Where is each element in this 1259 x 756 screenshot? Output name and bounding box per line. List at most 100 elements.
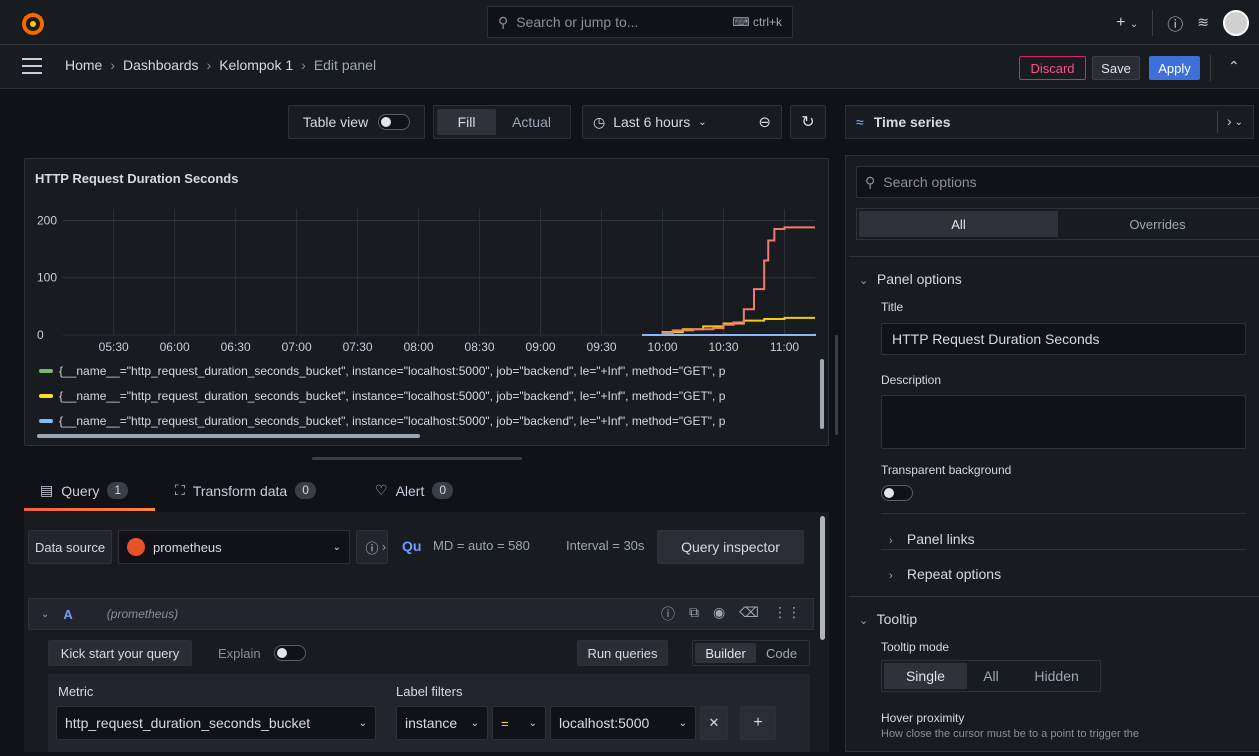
chevron-down-icon: ⌄ [1234,116,1243,128]
avatar[interactable] [1223,9,1249,36]
zoom-out-icon[interactable]: ⊖ [758,113,771,131]
panel-resize-handle[interactable] [312,457,522,460]
label-value-select[interactable]: localhost:5000 ⌄ [550,706,696,740]
transparent-switch[interactable] [881,485,913,501]
breadcrumb: Home › Dashboards › Kelompok 1 › Edit panel [65,57,377,73]
breadcrumb-dashboards[interactable]: Dashboards [123,57,199,73]
apply-button[interactable]: Apply [1149,56,1200,80]
tooltip-mode-single[interactable]: Single [884,663,967,689]
refresh-button[interactable]: ↻ [790,105,826,139]
tab-overrides[interactable]: Overrides [1058,211,1257,237]
table-view-toggle[interactable]: Table view [288,105,425,139]
tab-query[interactable]: ▤ Query 1 [40,482,129,499]
search-icon: ⚲ [498,13,509,30]
visualization-name: Time series [873,114,951,130]
legend-swatch [39,369,53,373]
time-range-label: Last 6 hours [613,114,691,130]
series-line [652,226,815,336]
breadcrumb-home[interactable]: Home [65,57,102,73]
code-option[interactable]: Code [756,643,807,663]
fill-actual-group: Fill Actual [433,105,571,139]
legend-swatch [39,419,53,423]
tab-count: 1 [107,482,129,499]
builder-option[interactable]: Builder [695,643,757,663]
kick-start-button[interactable]: Kick start your query [48,640,192,666]
search-input[interactable]: ⚲ Search or jump to... ⌨ ctrl+k [487,6,793,38]
grafana-logo-icon[interactable] [20,10,46,36]
vertical-splitter[interactable] [835,335,838,435]
label-key-select[interactable]: instance ⌄ [396,706,488,740]
breadcrumb-current: Edit panel [313,57,377,73]
explain-switch[interactable] [274,645,306,661]
drag-handle-icon[interactable]: ⋮⋮ [773,604,801,624]
run-queries-button[interactable]: Run queries [577,640,668,666]
chevron-right-icon[interactable]: › [382,540,386,554]
repeat-options-header[interactable]: › Repeat options [889,566,1001,582]
menu-icon[interactable] [22,58,42,79]
query-scrollbar[interactable] [820,516,825,640]
visualization-picker[interactable]: ≈ Time series ⌄ [845,105,1254,139]
tab-alert[interactable]: ♡ Alert 0 [375,482,454,499]
save-button[interactable]: Save [1092,56,1140,80]
label-operator-select[interactable]: = ⌄ [492,706,546,740]
eye-icon[interactable]: ◉ [713,604,725,624]
panel-links-header[interactable]: › Panel links [889,531,975,547]
chevron-down-icon: ⌄ [528,717,537,729]
active-tab-indicator [24,508,155,511]
chevron-up-icon[interactable]: ⌃ [1228,58,1240,75]
chevron-right-icon: › [889,535,893,547]
chevron-down-icon: ⌄ [698,116,707,128]
duplicate-icon[interactable]: ⧉ [689,604,699,624]
metric-value: http_request_duration_seconds_bucket [65,715,311,731]
legend-item[interactable]: {__name__="http_request_duration_seconds… [39,414,819,428]
new-button[interactable]: + ⌄ [1116,14,1138,32]
legend-horizontal-scrollbar[interactable] [37,434,420,438]
metric-select[interactable]: http_request_duration_seconds_bucket ⌄ [56,706,376,740]
query-row-header[interactable]: ⌄ A (prometheus) ⓘ ⧉ ◉ ⌫ ⋮⋮ [28,598,814,630]
tab-transform[interactable]: ⛶ Transform data 0 [175,482,316,499]
title-input[interactable]: HTTP Request Duration Seconds [881,323,1246,355]
tooltip-mode-hidden[interactable]: Hidden [1015,663,1098,689]
breadcrumb-dashboard[interactable]: Kelompok 1 [219,57,293,73]
table-view-switch[interactable] [378,114,411,130]
time-range-picker[interactable]: ◷ Last 6 hours ⌄ ⊖ [582,105,782,139]
remove-filter-button[interactable]: ✕ [700,706,728,740]
search-placeholder: Search or jump to... [516,14,639,30]
query-options-toggle[interactable]: Qu [402,538,421,554]
fill-option[interactable]: Fill [437,109,497,135]
data-source-picker[interactable]: prometheus ⌄ [118,530,350,564]
x-tick-label: 11:00 [770,340,799,354]
legend-item[interactable]: {__name__="http_request_duration_seconds… [39,364,819,378]
help-icon[interactable]: ⓘ [661,604,675,624]
panel-options-header[interactable]: ⌄ Panel options [859,271,962,287]
options-tabs: All Overrides [856,208,1259,240]
chevron-right-icon[interactable]: › [1227,113,1232,129]
transparent-label: Transparent background [881,463,1012,477]
trash-icon[interactable]: ⌫ [739,604,759,624]
discard-button[interactable]: Discard [1019,56,1086,80]
panel-preview: HTTP Request Duration Seconds 0 100 200 05:… [24,158,829,446]
tab-all[interactable]: All [859,211,1058,237]
legend-swatch [39,394,53,398]
query-inspector-button[interactable]: Query inspector [657,530,804,564]
add-filter-button[interactable]: + [740,706,776,740]
label-operator-value: = [501,715,509,731]
help-icon[interactable]: ⓘ [1167,11,1183,35]
legend-item[interactable]: {__name__="http_request_duration_seconds… [39,389,819,403]
prometheus-icon [127,538,145,556]
news-feed-icon[interactable]: ≋ [1197,14,1209,31]
description-textarea[interactable] [881,395,1246,449]
bell-icon: ♡ [375,482,388,498]
query-ref-id[interactable]: A [63,607,72,622]
x-tick-label: 10:30 [709,340,739,354]
plus-icon: + [753,714,763,731]
search-options-placeholder: Search options [883,174,977,190]
actual-option[interactable]: Actual [496,114,567,130]
tooltip-header[interactable]: ⌄ Tooltip [859,611,917,627]
chevron-down-icon: ⌄ [859,275,869,287]
chevron-down-icon[interactable]: ⌄ [41,609,49,620]
tooltip-mode-all[interactable]: All [967,663,1015,689]
search-options-input[interactable]: ⚲ Search options [856,166,1259,198]
divider [1217,111,1218,133]
legend-vertical-scrollbar[interactable] [820,359,824,429]
